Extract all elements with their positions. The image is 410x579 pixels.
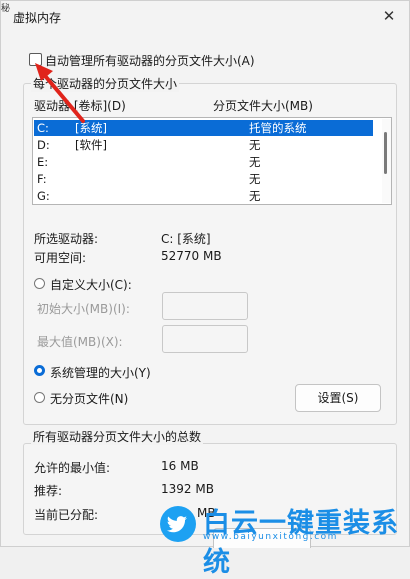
dialog-title: 虚拟内存	[13, 11, 62, 25]
drive-paging-size: 托管的系统	[249, 121, 307, 135]
max-size-input[interactable]	[162, 325, 248, 353]
custom-size-label[interactable]: 自定义大小(C):	[50, 276, 132, 293]
drive-row-d[interactable]: D: [软件] 无	[34, 137, 373, 153]
drive-paging-size: 无	[249, 155, 261, 169]
min-size-label: 允许的最小值:	[34, 461, 111, 475]
free-space-value: 52770 MB	[161, 249, 222, 263]
free-space-label: 可用空间:	[34, 251, 87, 265]
drive-row-g[interactable]: G: 无	[34, 188, 373, 204]
set-button[interactable]: 设置(S)	[295, 384, 381, 412]
scrollbar-thumb[interactable]	[384, 132, 387, 174]
min-size-value: 16 MB	[161, 459, 199, 473]
drive-letter: E:	[37, 155, 49, 169]
initial-size-label: 初始大小(MB)(I):	[37, 302, 130, 316]
column-header-size: 分页文件大小(MB)	[213, 99, 313, 113]
drive-paging-size: 无	[249, 138, 261, 152]
system-managed-label[interactable]: 系统管理的大小(Y)	[50, 364, 151, 381]
drive-letter: F:	[37, 172, 47, 186]
system-managed-radio[interactable]	[34, 365, 45, 376]
recommended-value: 1392 MB	[161, 482, 214, 496]
initial-size-input[interactable]	[162, 292, 248, 320]
no-paging-label[interactable]: 无分页文件(N)	[50, 390, 128, 407]
drive-letter: G:	[37, 189, 50, 203]
drive-volume-label: [软件]	[75, 138, 107, 152]
totals-group-title: 所有驱动器分页文件大小的总数	[31, 428, 204, 445]
current-allocated-label: 当前已分配:	[34, 508, 99, 522]
drive-list[interactable]: C: [系统] 托管的系统 D: [软件] 无 E: 无 F: 无 G: 无	[32, 117, 392, 205]
close-icon[interactable]: ✕	[380, 7, 398, 25]
annotation-arrow-icon	[35, 63, 85, 123]
twitter-bird-icon	[160, 506, 196, 542]
drive-paging-size: 无	[249, 189, 261, 203]
selected-drive-label: 所选驱动器:	[34, 232, 99, 246]
no-paging-radio[interactable]	[34, 392, 45, 403]
selected-drive-value: C: [系统]	[161, 232, 211, 246]
stray-text: 秘	[1, 4, 11, 14]
drive-letter: D:	[37, 138, 50, 152]
drive-row-f[interactable]: F: 无	[34, 171, 373, 187]
recommended-label: 推荐:	[34, 484, 63, 498]
drive-row-e[interactable]: E: 无	[34, 154, 373, 170]
drive-paging-size: 无	[249, 172, 261, 186]
custom-size-radio[interactable]	[34, 278, 45, 289]
max-size-label: 最大值(MB)(X):	[37, 335, 123, 349]
watermark-url: www.baiyunxitong.com	[203, 532, 338, 542]
virtual-memory-dialog: 秘 虚拟内存 ✕ 自动管理所有驱动器的分页文件大小(A) 每个驱动器的分页文件大…	[0, 0, 410, 578]
